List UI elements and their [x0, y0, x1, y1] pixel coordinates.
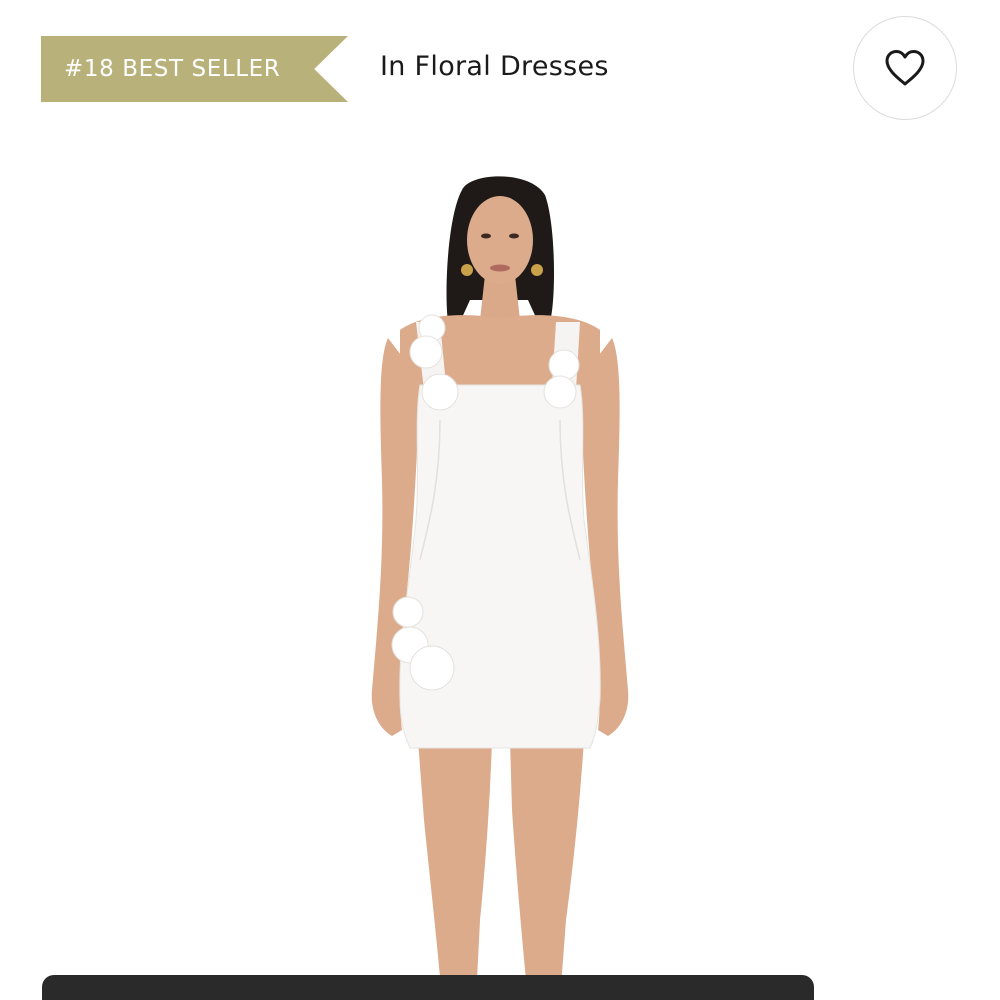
product-page: #18 BEST SELLER In Floral Dresses [0, 0, 1000, 1000]
product-image[interactable] [300, 160, 700, 1000]
earring-right [531, 264, 543, 276]
bottom-action-bar[interactable] [42, 975, 814, 1000]
model-leg-right [510, 740, 584, 1000]
model-leg-left [418, 740, 492, 1000]
wishlist-button[interactable] [853, 16, 957, 120]
category-label[interactable]: In Floral Dresses [380, 51, 609, 82]
best-seller-badge: #18 BEST SELLER [41, 36, 348, 102]
earring-left [461, 264, 473, 276]
best-seller-text: #18 BEST SELLER [64, 56, 281, 82]
heart-icon [885, 50, 925, 86]
white-mini-dress [399, 384, 601, 749]
